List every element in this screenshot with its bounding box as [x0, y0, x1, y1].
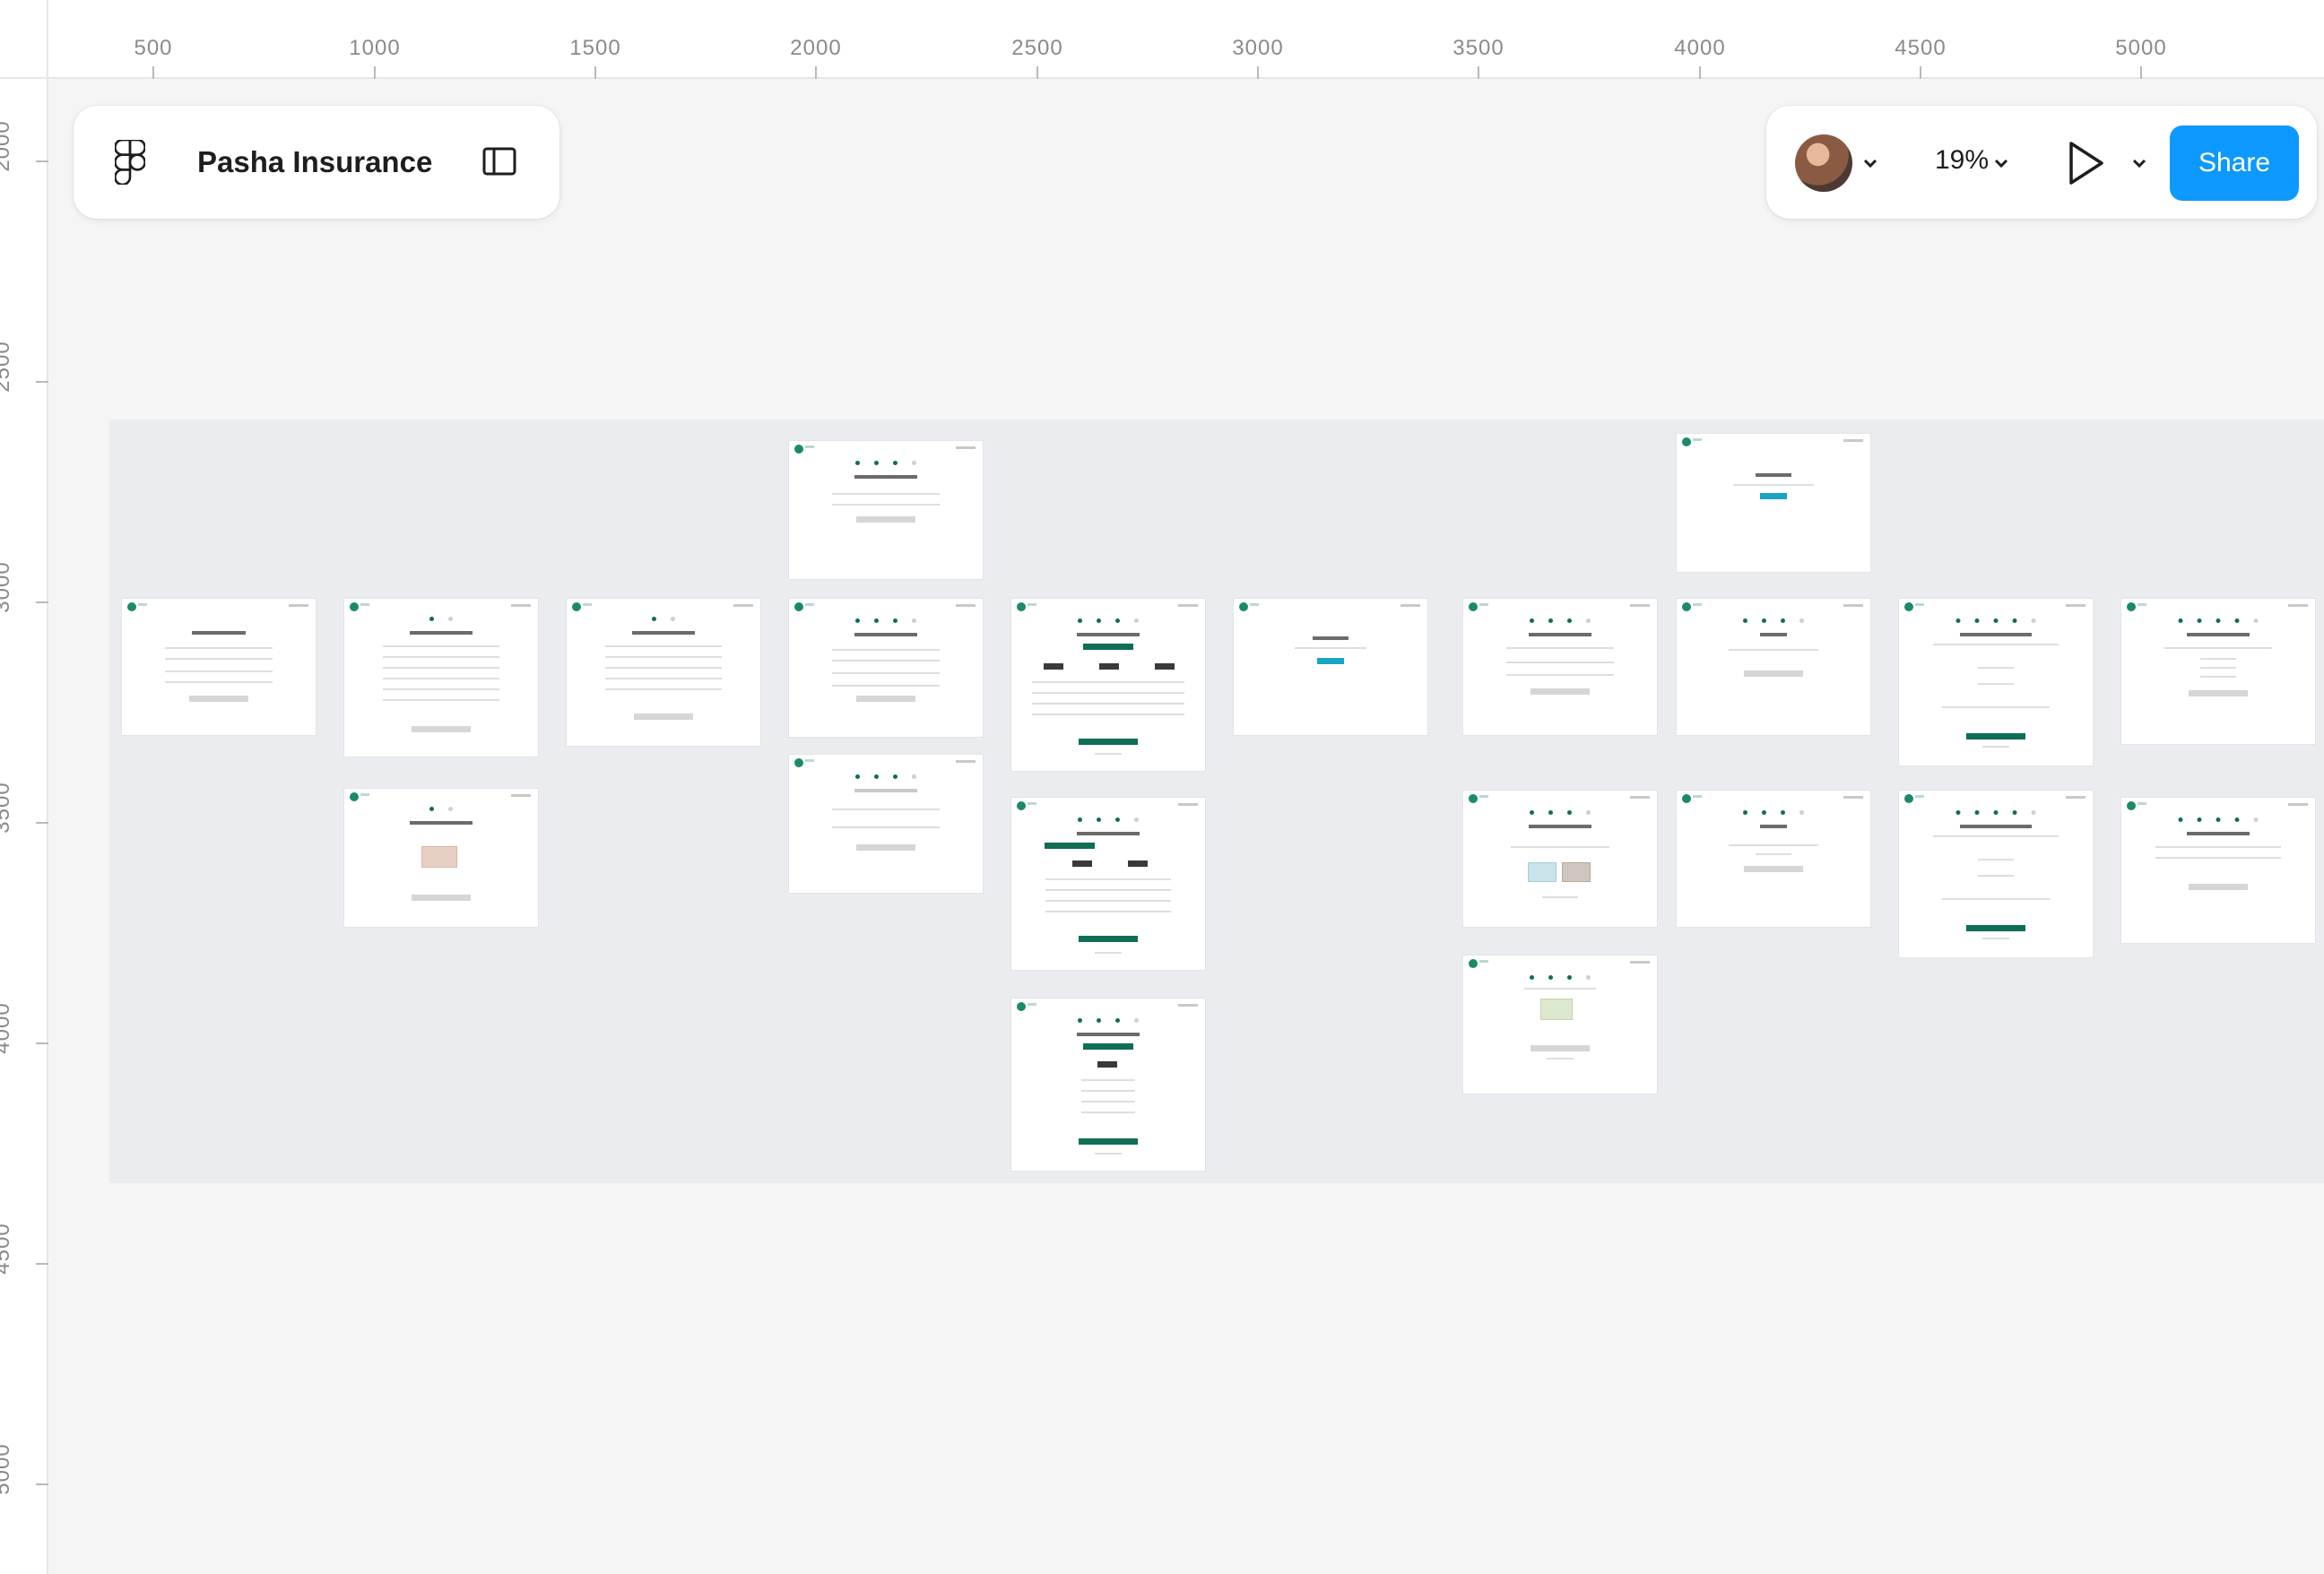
ruler-tick: 1000 — [303, 0, 447, 79]
ruler-tick: 1500 — [524, 0, 667, 79]
frame-otp-2[interactable] — [1677, 791, 1870, 927]
frame-packages-1[interactable] — [1011, 999, 1205, 1171]
frame-vehicle-details-1[interactable] — [344, 599, 538, 757]
frame-payment-1[interactable] — [1899, 599, 2093, 765]
ruler-tick: 4000 — [0, 972, 48, 1115]
frame-vehicle-details-2[interactable] — [567, 599, 760, 746]
frame-vehicle-photo[interactable] — [344, 789, 538, 927]
ruler-tick: 2000 — [744, 0, 888, 79]
chevron-down-icon[interactable] — [2130, 154, 2148, 172]
frame-owner-details[interactable] — [789, 441, 983, 579]
share-button[interactable]: Share — [2170, 125, 2299, 201]
frame-period-select-empty[interactable] — [789, 755, 983, 893]
ruler-corner — [0, 0, 48, 79]
ruler-tick: 5000 — [0, 1413, 48, 1556]
chevron-down-icon[interactable] — [1861, 154, 1879, 172]
horizontal-ruler: 500 1000 1500 2000 2500 3000 3500 4000 4… — [0, 0, 2324, 79]
ruler-tick: 2500 — [0, 310, 48, 454]
frame-documents-2[interactable] — [1463, 791, 1657, 927]
view-toolbar: 19% Share — [1766, 106, 2317, 219]
ruler-tick: 4000 — [1628, 0, 1772, 79]
ruler-tick: 3000 — [1186, 0, 1330, 79]
frame-otp-1[interactable] — [1677, 599, 1870, 735]
file-title[interactable]: Pasha Insurance — [197, 145, 432, 179]
chevron-down-icon[interactable] — [1992, 154, 2010, 172]
frame-period-select[interactable] — [789, 599, 983, 737]
ruler-tick: 2000 — [0, 90, 48, 233]
frame-confirm-2[interactable] — [2121, 798, 2315, 943]
ruler-tick: 3000 — [0, 531, 48, 674]
ruler-tick: 3500 — [0, 751, 48, 895]
ruler-tick: 500 — [82, 0, 225, 79]
frame-packages-2[interactable] — [1011, 798, 1205, 970]
play-icon[interactable] — [2066, 140, 2107, 186]
frame-documents-1[interactable] — [1463, 599, 1657, 735]
frame-documents-3[interactable] — [1463, 956, 1657, 1094]
sidebar-toggle-icon[interactable] — [482, 147, 516, 177]
canvas-section[interactable] — [109, 419, 2324, 1183]
ruler-tick: 2500 — [966, 0, 1109, 79]
zoom-level[interactable]: 19% — [1935, 145, 1989, 176]
frame-payment-2[interactable] — [1899, 791, 2093, 957]
ruler-tick: 5000 — [2069, 0, 2213, 79]
avatar[interactable] — [1795, 134, 1852, 192]
frame-confirm-1[interactable] — [2121, 599, 2315, 744]
ruler-tick: 3500 — [1407, 0, 1550, 79]
ruler-tick: 4500 — [0, 1192, 48, 1336]
frame-welcome[interactable] — [122, 599, 316, 735]
frame-error-top[interactable] — [1677, 434, 1870, 572]
vertical-ruler: 2000 2500 3000 3500 4000 4500 5000 — [0, 0, 48, 1574]
figma-logo-icon[interactable] — [115, 140, 145, 185]
ruler-tick: 4500 — [1849, 0, 1992, 79]
frame-success[interactable] — [1234, 599, 1427, 735]
frame-packages-3[interactable] — [1011, 599, 1205, 771]
